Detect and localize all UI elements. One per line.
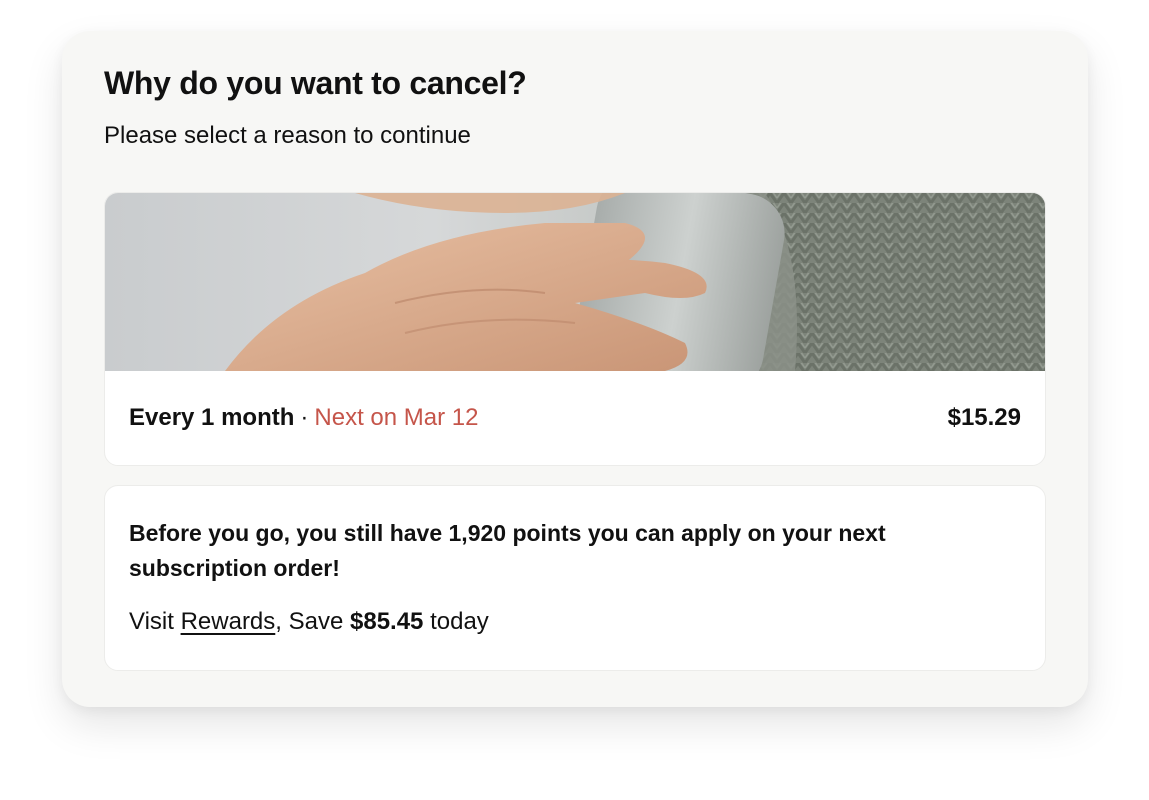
subscription-price: $15.29 — [947, 404, 1021, 431]
save-amount: $85.45 — [350, 608, 424, 635]
product-image — [105, 193, 1045, 371]
points-message: Before you go, you still have 1,920 poin… — [129, 520, 886, 581]
subscription-card[interactable]: Every 1 month · Next on Mar 12 $15.29 — [104, 192, 1046, 466]
separator-dot: · — [300, 404, 309, 431]
dialog-subtitle: Please select a reason to continue — [104, 122, 471, 149]
dialog-title: Why do you want to cancel? — [104, 65, 527, 101]
next-order-date: Next on Mar 12 — [314, 404, 479, 431]
save-prefix: , Save — [275, 608, 344, 635]
frequency-label: Every 1 month — [129, 404, 295, 431]
rewards-line: Visit Rewards, Save $85.45 today — [129, 608, 489, 636]
rewards-link[interactable]: Rewards — [181, 608, 276, 635]
subscription-details: Every 1 month · Next on Mar 12 $15.29 — [129, 371, 1021, 465]
cancel-dialog: Why do you want to cancel? Please select… — [62, 31, 1088, 707]
subscription-schedule: Every 1 month · Next on Mar 12 — [129, 404, 478, 432]
points-card: Before you go, you still have 1,920 poin… — [104, 485, 1046, 671]
visit-prefix: Visit — [129, 608, 174, 635]
save-suffix: today — [430, 608, 489, 635]
